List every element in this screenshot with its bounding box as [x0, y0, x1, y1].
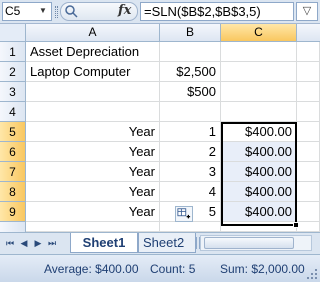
fill-handle[interactable] [293, 222, 299, 228]
insert-function-button[interactable]: fx [118, 3, 131, 18]
cell-d10[interactable] [297, 222, 320, 232]
row-header-5[interactable]: 5 [0, 122, 26, 142]
row-header-2[interactable]: 2 [0, 62, 26, 82]
status-count: Count: 5 [150, 262, 196, 276]
resize-grip-icon[interactable] [306, 268, 318, 280]
row-header-1[interactable]: 1 [0, 42, 26, 62]
cell-b10[interactable] [160, 222, 221, 232]
cell-a10[interactable] [26, 222, 160, 232]
cell-b2[interactable]: $2,500 [160, 62, 221, 82]
auto-fill-options-icon[interactable] [175, 206, 193, 222]
cell-c2[interactable] [221, 62, 297, 82]
cell-a8[interactable]: Year [26, 182, 160, 202]
cell-d9[interactable] [297, 202, 320, 222]
cell-d3[interactable] [297, 82, 320, 102]
cell-a1[interactable]: Asset Depreciation [26, 42, 160, 62]
cell-a4[interactable] [26, 102, 160, 122]
formula-bar-grip[interactable] [55, 6, 58, 18]
row-header-4[interactable]: 4 [0, 102, 26, 122]
prev-sheet-icon[interactable]: ◀ [18, 236, 30, 250]
cell-a5[interactable]: Year [26, 122, 160, 142]
row-header-partial [0, 222, 26, 232]
cell-d2[interactable] [297, 62, 320, 82]
cell-d5[interactable] [297, 122, 320, 142]
cell-b4[interactable] [160, 102, 221, 122]
cell-a9[interactable]: Year [26, 202, 160, 222]
row-header-6[interactable]: 6 [0, 142, 26, 162]
tab-sheet1[interactable]: Sheet1 [70, 233, 138, 253]
cell-b6[interactable]: 2 [160, 142, 221, 162]
row-header-8[interactable]: 8 [0, 182, 26, 202]
row-header-9[interactable]: 9 [0, 202, 26, 222]
cell-c3[interactable] [221, 82, 297, 102]
cell-b8[interactable]: 4 [160, 182, 221, 202]
cell-c1[interactable] [221, 42, 297, 62]
zoom-icon[interactable] [64, 4, 78, 18]
status-average: Average: $400.00 [44, 262, 139, 276]
cell-a7[interactable]: Year [26, 162, 160, 182]
cell-a6[interactable]: Year [26, 142, 160, 162]
cell-a2[interactable]: Laptop Computer [26, 62, 160, 82]
row-header-3[interactable]: 3 [0, 82, 26, 102]
cell-a3[interactable] [26, 82, 160, 102]
row-header-7[interactable]: 7 [0, 162, 26, 182]
column-header-blank [297, 24, 320, 42]
cell-b1[interactable] [160, 42, 221, 62]
cell-d4[interactable] [297, 102, 320, 122]
last-sheet-icon[interactable]: ⏭ [46, 236, 58, 250]
column-header-b[interactable]: B [160, 24, 221, 42]
cell-b5[interactable]: 1 [160, 122, 221, 142]
tab-sheet2[interactable]: Sheet2 [138, 233, 196, 253]
first-sheet-icon[interactable]: ⏮ [4, 236, 16, 250]
formula-input[interactable]: =SLN($B$2,$B$3,5) [140, 2, 294, 21]
select-all-corner[interactable] [0, 24, 26, 42]
cell-d7[interactable] [297, 162, 320, 182]
horizontal-scroll-thumb[interactable] [204, 237, 294, 249]
cell-d6[interactable] [297, 142, 320, 162]
cell-b3[interactable]: $500 [160, 82, 221, 102]
next-sheet-icon[interactable]: ▶ [32, 236, 44, 250]
expand-formula-bar-button[interactable]: ▽ [296, 2, 318, 21]
cell-c4[interactable] [221, 102, 297, 122]
cell-d1[interactable] [297, 42, 320, 62]
name-box-dropdown-icon[interactable]: ▼ [36, 3, 50, 19]
column-header-c[interactable]: C [221, 24, 297, 42]
column-header-a[interactable]: A [26, 24, 160, 42]
status-sum: Sum: $2,000.00 [220, 262, 305, 276]
cell-d8[interactable] [297, 182, 320, 202]
selection-border [221, 122, 297, 226]
cell-b7[interactable]: 3 [160, 162, 221, 182]
